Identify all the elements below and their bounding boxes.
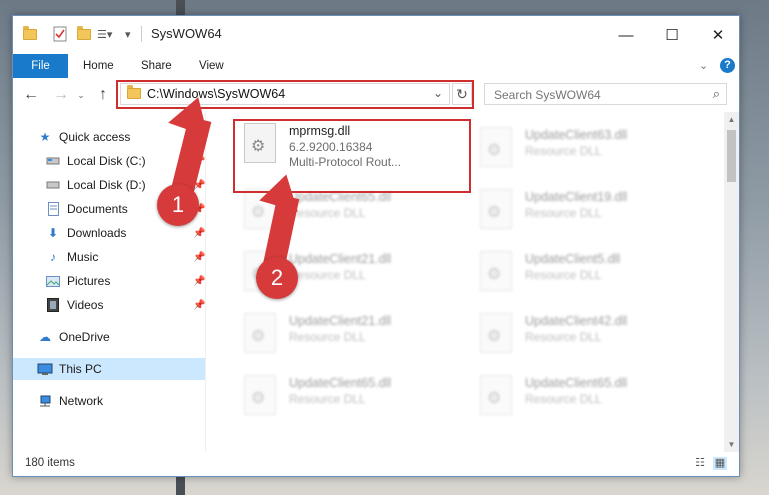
step-1-badge: 1	[157, 184, 199, 226]
arrow-2-head	[259, 174, 298, 212]
annotation-arrows	[168, 97, 300, 270]
step-2-badge: 2	[256, 257, 298, 299]
